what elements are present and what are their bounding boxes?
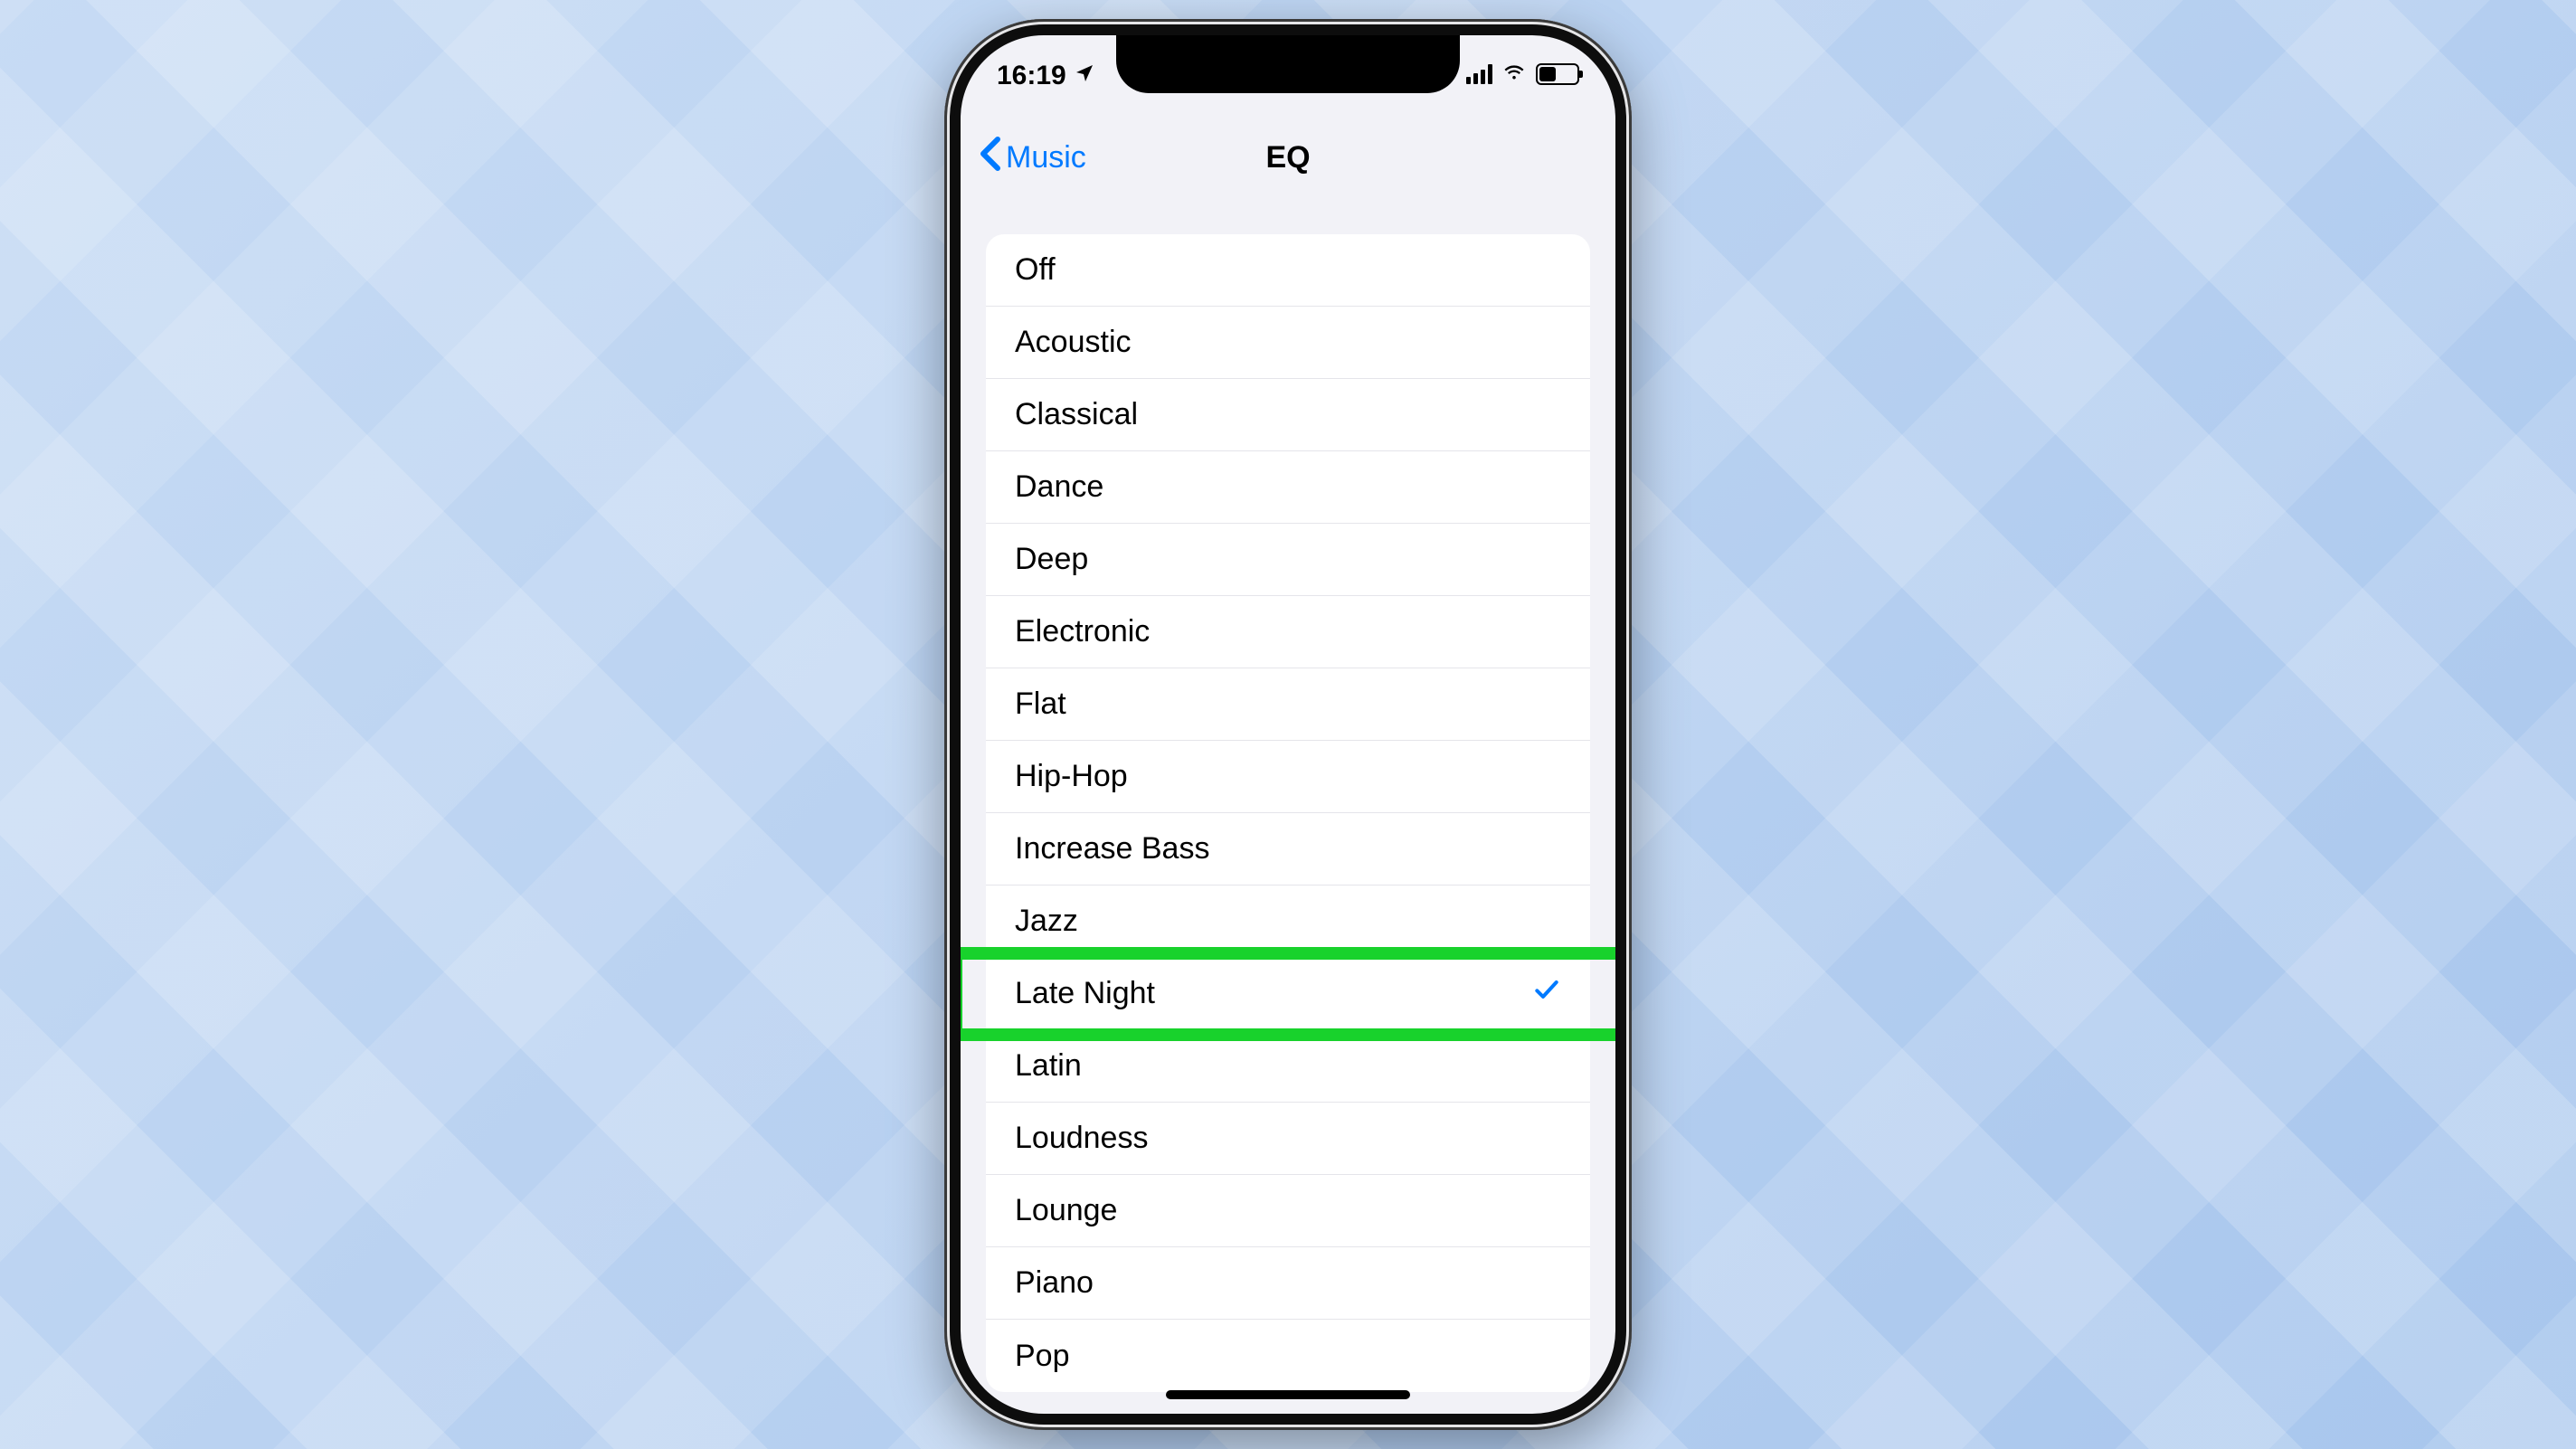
phone-device-frame: 16:19 Music EQ Off [944, 19, 1632, 1430]
back-button[interactable]: Music [979, 117, 1086, 198]
eq-option-label: Hip-Hop [1015, 759, 1128, 794]
eq-option-row[interactable]: Hip-Hop [986, 741, 1590, 813]
eq-option-label: Classical [1015, 397, 1138, 432]
location-icon [1074, 61, 1095, 91]
page-title: EQ [1265, 140, 1310, 175]
eq-option-label: Latin [1015, 1048, 1082, 1084]
eq-option-label: Deep [1015, 542, 1088, 577]
chevron-left-icon [979, 136, 1002, 180]
eq-option-label: Late Night [1015, 976, 1155, 1011]
checkmark-icon [1532, 975, 1561, 1012]
eq-option-label: Pop [1015, 1339, 1070, 1374]
eq-option-label: Off [1015, 252, 1056, 288]
phone-screen: 16:19 Music EQ Off [961, 35, 1615, 1414]
eq-option-label: Electronic [1015, 614, 1150, 649]
eq-option-label: Jazz [1015, 904, 1078, 939]
eq-option-row[interactable]: Pop [986, 1320, 1590, 1392]
eq-option-row[interactable]: Dance [986, 451, 1590, 524]
eq-option-label: Increase Bass [1015, 831, 1209, 867]
eq-option-row[interactable]: Electronic [986, 596, 1590, 668]
back-label: Music [1006, 140, 1086, 175]
eq-option-label: Flat [1015, 687, 1066, 722]
eq-option-label: Dance [1015, 469, 1103, 505]
wifi-icon [1501, 61, 1527, 87]
eq-option-row[interactable]: Off [986, 234, 1590, 307]
home-indicator[interactable] [1166, 1390, 1410, 1399]
status-time: 16:19 [997, 61, 1066, 91]
cellular-icon [1466, 64, 1492, 84]
eq-option-row[interactable]: Jazz [986, 886, 1590, 958]
eq-option-row[interactable]: Loudness [986, 1103, 1590, 1175]
eq-option-label: Acoustic [1015, 325, 1132, 360]
eq-option-row[interactable]: Acoustic [986, 307, 1590, 379]
eq-option-row[interactable]: Classical [986, 379, 1590, 451]
battery-icon [1536, 63, 1579, 85]
eq-option-label: Piano [1015, 1265, 1094, 1301]
eq-option-row[interactable]: Latin [986, 1030, 1590, 1103]
eq-option-row[interactable]: Piano [986, 1247, 1590, 1320]
eq-option-row[interactable]: Increase Bass [986, 813, 1590, 886]
eq-option-row[interactable]: Lounge [986, 1175, 1590, 1247]
scroll-content[interactable]: Off Acoustic Classical Dance Deep Electronic F… [961, 198, 1615, 1414]
navigation-bar: Music EQ [961, 117, 1615, 198]
eq-option-row[interactable]: Flat [986, 668, 1590, 741]
eq-option-label: Loudness [1015, 1121, 1148, 1156]
eq-option-row[interactable]: Deep [986, 524, 1590, 596]
eq-option-row[interactable]: Late Night [986, 958, 1590, 1030]
eq-options-list: Off Acoustic Classical Dance Deep Electronic F… [986, 234, 1590, 1392]
device-notch [1116, 35, 1460, 93]
eq-option-label: Lounge [1015, 1193, 1117, 1228]
